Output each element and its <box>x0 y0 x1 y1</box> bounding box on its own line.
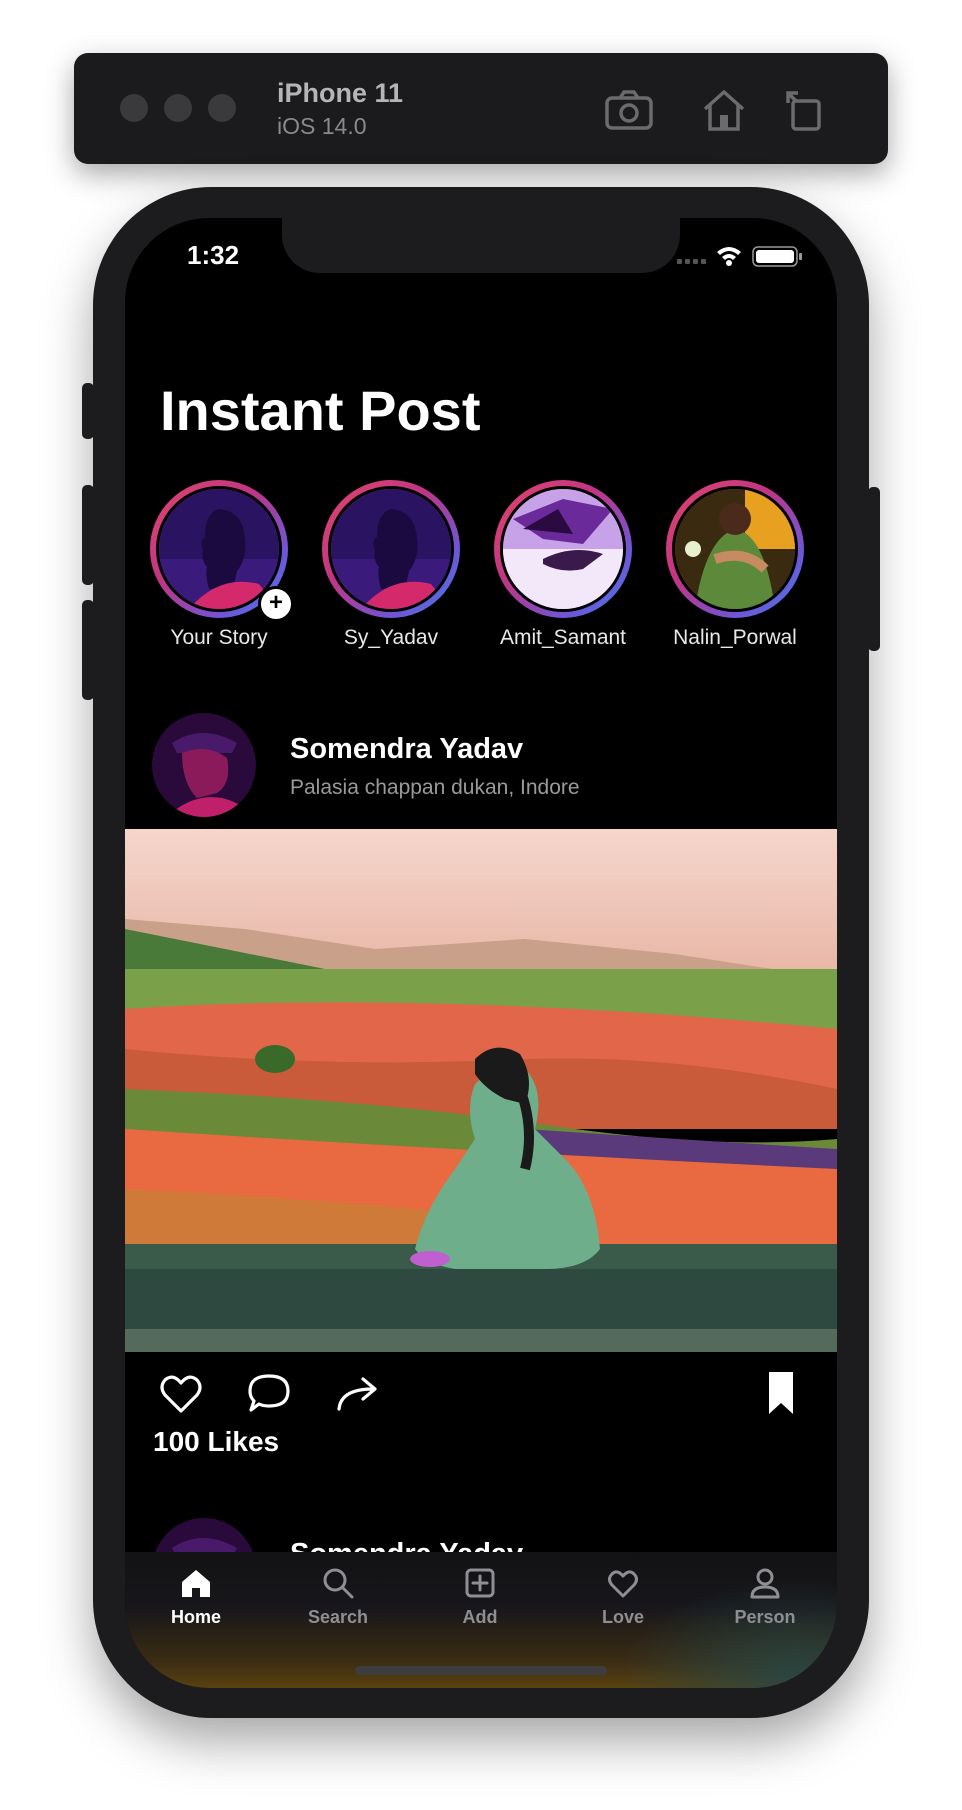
post-actions <box>125 1363 837 1423</box>
volume-up-button <box>82 485 94 585</box>
tab-love[interactable]: Love <box>563 1566 683 1628</box>
simulator-toolbar: iPhone 11 iOS 14.0 <box>74 53 888 164</box>
notch <box>282 218 680 273</box>
post-username[interactable]: Somendra Yadav <box>290 733 523 766</box>
device-name: iPhone 11 <box>277 78 404 108</box>
story-avatar <box>328 486 454 612</box>
heart-icon[interactable] <box>157 1369 205 1417</box>
person-icon <box>748 1566 782 1600</box>
cellular-icon <box>677 259 706 264</box>
heart-icon <box>606 1566 640 1600</box>
tab-add[interactable]: Add <box>420 1566 540 1628</box>
bookmark-icon[interactable] <box>757 1369 805 1417</box>
post-header: Somendra Yadav Palasia chappan dukan, In… <box>125 713 837 818</box>
home-icon[interactable] <box>699 87 749 133</box>
add-icon <box>463 1566 497 1600</box>
home-indicator[interactable] <box>355 1666 607 1675</box>
tab-label: Person <box>734 1607 796 1627</box>
share-icon[interactable] <box>333 1369 381 1417</box>
tab-label: Love <box>601 1607 644 1627</box>
rotate-icon[interactable] <box>784 87 824 133</box>
window-minimize-button[interactable] <box>164 94 192 122</box>
post-image[interactable] <box>125 829 837 1352</box>
story-avatar <box>500 486 626 612</box>
comment-icon[interactable] <box>245 1369 293 1417</box>
story-amit-samant[interactable]: Amit_Samant <box>478 480 648 650</box>
story-label: Amit_Samant <box>499 626 627 649</box>
likes-count[interactable]: 100 Likes <box>153 1426 279 1458</box>
app-title: Instant Post <box>160 379 481 442</box>
mute-switch <box>82 383 94 439</box>
wifi-icon <box>717 247 741 266</box>
volume-down-button <box>82 600 94 700</box>
story-ring <box>494 480 632 618</box>
story-avatar <box>672 486 798 612</box>
stories-row: + Your Story Sy_Yadav Amit_Samant Nalin_… <box>125 480 837 650</box>
tab-search[interactable]: Search <box>278 1566 398 1628</box>
tab-label: Search <box>307 1607 369 1627</box>
home-icon <box>179 1566 213 1600</box>
battery-icon <box>752 246 802 267</box>
story-label: Your Story <box>170 626 268 649</box>
story-ring <box>322 480 460 618</box>
power-button <box>868 487 880 651</box>
app-screen: 1:32 Instant Post + Your Story Sy_Yadav … <box>125 218 837 1688</box>
screenshot-icon[interactable] <box>604 87 654 133</box>
story-label: Nalin_Porwal <box>673 626 797 649</box>
story-nalin-porwal[interactable]: Nalin_Porwal <box>650 480 820 650</box>
os-version: iOS 14.0 <box>277 113 367 139</box>
window-zoom-button[interactable] <box>208 94 236 122</box>
search-icon <box>321 1566 355 1600</box>
status-time: 1:32 <box>187 240 240 270</box>
story-sy-yadav[interactable]: Sy_Yadav <box>306 480 476 650</box>
story-your-story[interactable]: + Your Story <box>134 480 304 650</box>
story-ring: + <box>150 480 294 622</box>
post-location[interactable]: Palasia chappan dukan, Indore <box>290 776 580 800</box>
status-icons <box>677 244 807 268</box>
tab-person[interactable]: Person <box>705 1566 825 1628</box>
post-avatar[interactable] <box>152 713 256 817</box>
story-ring <box>666 480 804 618</box>
tab-label: Add <box>462 1607 498 1627</box>
window-close-button[interactable] <box>120 94 148 122</box>
tab-label: Home <box>170 1607 221 1627</box>
tab-home[interactable]: Home <box>136 1566 256 1628</box>
add-story-badge[interactable]: + <box>258 586 294 622</box>
story-label: Sy_Yadav <box>343 626 439 649</box>
